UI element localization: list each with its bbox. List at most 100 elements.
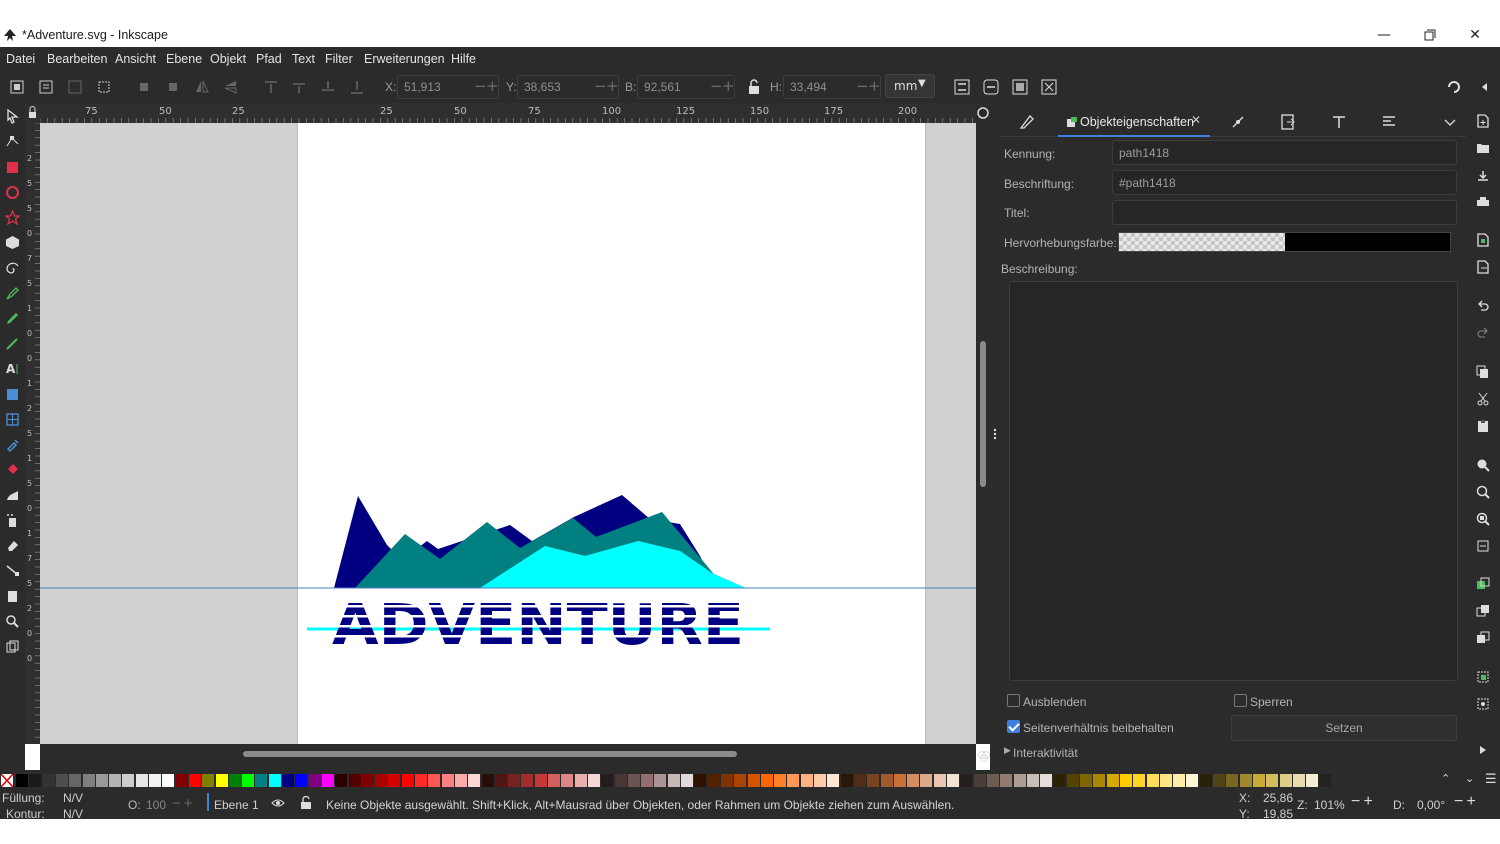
ruler-corner-lock-icon[interactable]: [25, 103, 40, 123]
palette-swatch[interactable]: [1093, 774, 1106, 787]
palette-swatch[interactable]: [774, 774, 787, 787]
palette-swatch[interactable]: [840, 774, 853, 787]
raise-icon[interactable]: [290, 78, 308, 96]
close-icon[interactable]: ✕: [1453, 24, 1497, 47]
menu-pfad[interactable]: Pfad: [256, 52, 282, 66]
transform-icon[interactable]: [95, 78, 113, 96]
palette-swatch[interactable]: [760, 774, 773, 787]
palette-swatch[interactable]: [361, 774, 374, 787]
palette-swatch[interactable]: [42, 774, 55, 787]
measure-tool-icon[interactable]: [5, 639, 20, 654]
mesh-tool-icon[interactable]: [5, 412, 20, 427]
palette-swatch[interactable]: [188, 774, 201, 787]
transform-gradients-icon[interactable]: [1011, 78, 1029, 96]
palette-swatch[interactable]: [69, 774, 82, 787]
palette-swatch[interactable]: [1306, 774, 1319, 787]
pages-tool-icon[interactable]: [5, 589, 20, 604]
palette-swatch[interactable]: [55, 774, 68, 787]
palette-swatch[interactable]: [1053, 774, 1066, 787]
palette-swatch[interactable]: [1186, 774, 1199, 787]
palette-swatch[interactable]: [1173, 774, 1186, 787]
palette-swatch[interactable]: [401, 774, 414, 787]
menu-objekt[interactable]: Objekt: [210, 52, 246, 66]
pencil-tool-icon[interactable]: [5, 311, 20, 326]
palette-swatch[interactable]: [880, 774, 893, 787]
palette-swatch[interactable]: [614, 774, 627, 787]
palette-swatch[interactable]: [1239, 774, 1252, 787]
palette-swatch[interactable]: [242, 774, 255, 787]
selector-tool-icon[interactable]: [5, 109, 20, 124]
opacity-decrement[interactable]: − +: [172, 795, 193, 812]
palette-swatch[interactable]: [255, 774, 268, 787]
color-managed-icon[interactable]: [977, 749, 991, 763]
palette-swatch[interactable]: [122, 774, 135, 787]
pen-tool-icon[interactable]: [5, 286, 20, 301]
palette-swatch[interactable]: [428, 774, 441, 787]
label-input[interactable]: #path1418: [1112, 170, 1457, 195]
palette-swatch[interactable]: [348, 774, 361, 787]
palette-swatch[interactable]: [1159, 774, 1172, 787]
palette-swatch[interactable]: [1040, 774, 1053, 787]
zoom-tool-icon[interactable]: [5, 614, 20, 629]
width-field[interactable]: 92,561 − +: [637, 75, 735, 99]
export-icon[interactable]: [1279, 113, 1297, 131]
zoom-page-width-icon[interactable]: [1476, 539, 1490, 553]
rectangle-tool-icon[interactable]: [5, 160, 20, 175]
palette-swatch[interactable]: [454, 774, 467, 787]
palette-swatch[interactable]: [1252, 774, 1265, 787]
layer-visibility-icon[interactable]: [271, 797, 285, 809]
menu-datei[interactable]: Datei: [6, 52, 35, 66]
palette-swatch[interactable]: [16, 774, 28, 787]
text-tool-icon[interactable]: A: [5, 361, 20, 376]
menu-text[interactable]: Text: [292, 52, 315, 66]
palette-swatch[interactable]: [375, 774, 388, 787]
palette-swatch[interactable]: [827, 774, 840, 787]
export-document-icon[interactable]: [1476, 260, 1490, 274]
palette-swatch[interactable]: [694, 774, 707, 787]
opacity-value[interactable]: 100: [146, 798, 166, 812]
palette-swatch[interactable]: [1319, 774, 1332, 787]
palette-swatch[interactable]: [282, 774, 294, 787]
palette-swatch[interactable]: [681, 774, 693, 787]
menu-hilfe[interactable]: Hilfe: [451, 52, 476, 66]
redo-icon[interactable]: [1476, 326, 1490, 340]
palette-swatch[interactable]: [1213, 774, 1225, 787]
x-increment[interactable]: +: [486, 77, 499, 95]
palette-swatch[interactable]: [1146, 774, 1159, 787]
group-icon[interactable]: [1476, 670, 1490, 684]
tab-menu-chevron-icon[interactable]: [1441, 113, 1459, 131]
palette-swatch[interactable]: [734, 774, 747, 787]
palette-swatch[interactable]: [1066, 774, 1079, 787]
palette-swatch[interactable]: [175, 774, 188, 787]
palette-scroll-up-icon[interactable]: ⌃: [1441, 772, 1450, 785]
deselect-icon[interactable]: [66, 78, 84, 96]
palette-swatch[interactable]: [667, 774, 680, 787]
zoom-selection-icon[interactable]: [1476, 458, 1490, 472]
palette-swatch[interactable]: [441, 774, 454, 787]
height-field[interactable]: 33,494 − +: [783, 75, 881, 99]
minimize-icon[interactable]: —: [1362, 24, 1406, 47]
palette-swatch[interactable]: [1279, 774, 1292, 787]
palette-swatch[interactable]: [162, 774, 175, 787]
x-field[interactable]: 51,913 − +: [397, 75, 499, 99]
palette-swatch[interactable]: [135, 774, 148, 787]
interactivity-expander[interactable]: Interaktivität: [1013, 746, 1078, 760]
menu-ebene[interactable]: Ebene: [166, 52, 202, 66]
text-icon[interactable]: [1330, 113, 1348, 131]
lock-checkbox[interactable]: [1234, 694, 1247, 707]
copy-icon[interactable]: [1476, 365, 1490, 379]
select-all-icon[interactable]: [8, 78, 26, 96]
palette-swatch[interactable]: [29, 774, 42, 787]
palette-swatch[interactable]: [508, 774, 521, 787]
zoom-page-icon[interactable]: [1476, 512, 1490, 526]
palette-swatch[interactable]: [215, 774, 228, 787]
no-paint-swatch[interactable]: [1, 774, 13, 787]
palette-swatch[interactable]: [986, 774, 999, 787]
cut-icon[interactable]: [1476, 392, 1490, 406]
palette-menu-icon[interactable]: ☰: [1485, 772, 1497, 787]
scale-corners-icon[interactable]: [982, 78, 1000, 96]
palette-swatch[interactable]: [202, 774, 215, 787]
palette-swatch[interactable]: [587, 774, 600, 787]
palette-swatch[interactable]: [654, 774, 667, 787]
menu-erweiterungen[interactable]: Erweiterungen: [364, 52, 445, 66]
